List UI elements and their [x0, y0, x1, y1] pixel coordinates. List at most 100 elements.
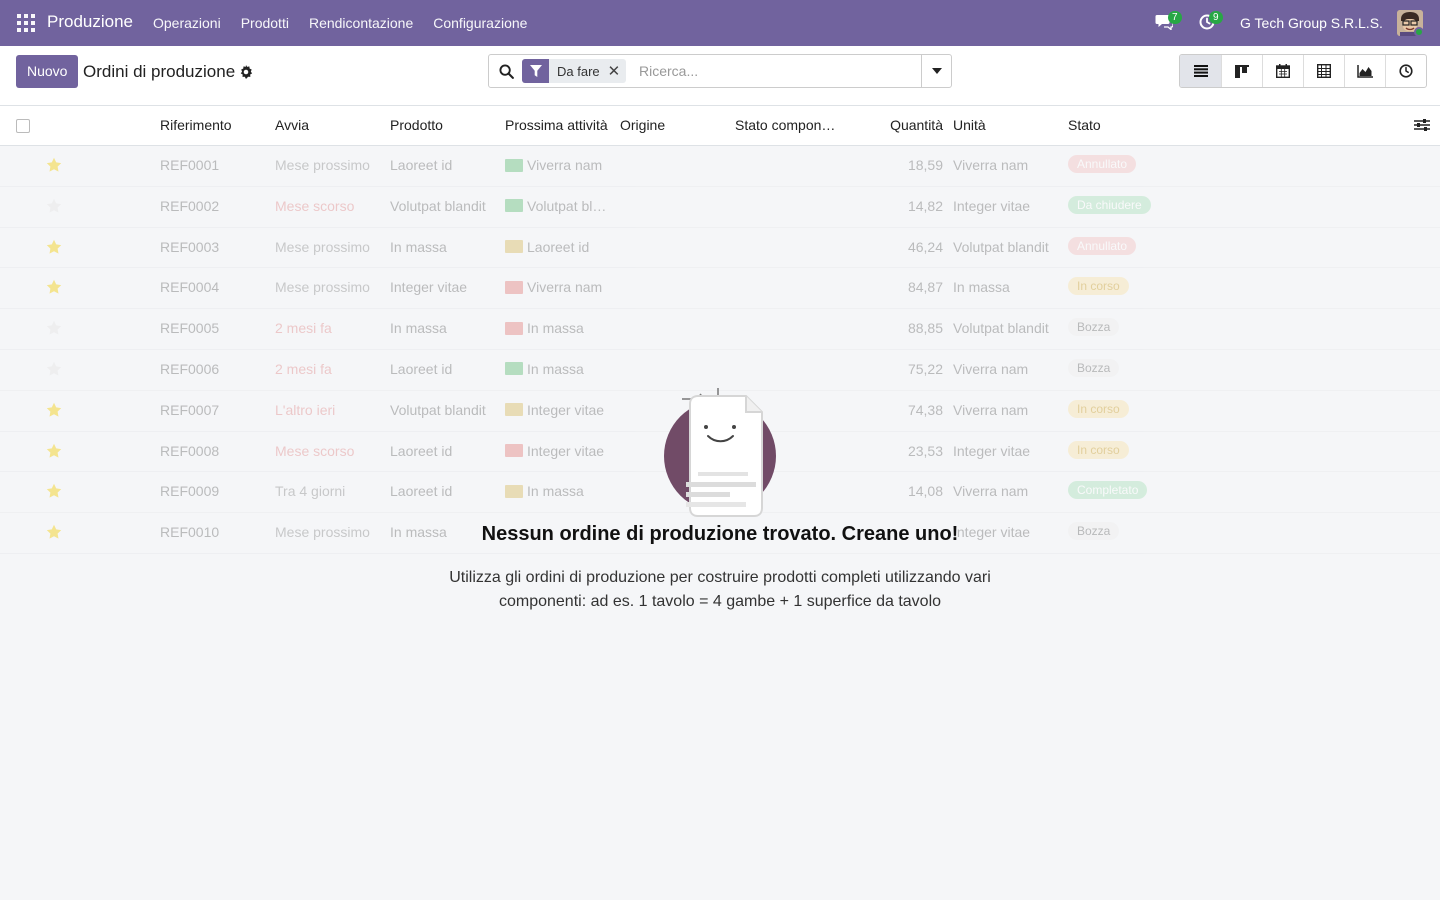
- unit-cell: Viverra nam: [953, 157, 1029, 173]
- filter-icon: [522, 59, 549, 83]
- quantity-cell: 75,22: [907, 360, 943, 377]
- page-title[interactable]: Ordini di produzione: [83, 62, 235, 82]
- column-header-product[interactable]: Prodotto: [390, 117, 443, 133]
- start-cell: Mese prossimo: [275, 157, 370, 173]
- star-icon[interactable]: [46, 198, 62, 214]
- table-row: REF0002 Mese scorso Volutpat blandit Vol…: [0, 187, 1440, 228]
- star-icon[interactable]: [46, 157, 62, 173]
- quantity-cell: 23,53: [907, 442, 943, 459]
- reference-cell[interactable]: REF0006: [160, 361, 219, 377]
- select-all-checkbox[interactable]: [16, 119, 30, 133]
- column-header-quantity[interactable]: Quantità: [860, 117, 943, 133]
- reference-cell[interactable]: REF0003: [160, 239, 219, 255]
- unit-cell: Integer vitae: [953, 442, 1031, 459]
- calendar-view-button[interactable]: [1262, 55, 1303, 87]
- activity-icon: [505, 444, 523, 458]
- star-icon[interactable]: [46, 443, 62, 459]
- gear-icon[interactable]: [239, 65, 253, 79]
- filter-facet-label: Da fare: [557, 63, 600, 79]
- activity-cell[interactable]: Volutpat bl…: [505, 198, 610, 214]
- activity-cell[interactable]: In massa: [505, 361, 610, 377]
- column-header-origin[interactable]: Origine: [620, 117, 665, 133]
- activity-icon: [505, 199, 523, 213]
- filter-facet[interactable]: Da fare ✕: [522, 59, 626, 83]
- search-icon[interactable]: [499, 64, 514, 79]
- reference-cell[interactable]: REF0004: [160, 279, 219, 295]
- pivot-view-button[interactable]: [1303, 55, 1344, 87]
- activity-label: Integer vitae: [527, 401, 605, 418]
- activity-icon: [505, 321, 523, 335]
- activity-view-button[interactable]: [1385, 55, 1426, 87]
- quantity-cell: 14,82: [907, 197, 943, 214]
- table-row: REF0001 Mese prossimo Laoreet id Viverra…: [0, 146, 1440, 187]
- graph-view-button[interactable]: [1344, 55, 1385, 87]
- list-header: Riferimento Avvia Prodotto Prossima atti…: [0, 106, 1440, 146]
- kanban-view-button[interactable]: [1221, 55, 1262, 87]
- column-header-start[interactable]: Avvia: [275, 117, 309, 133]
- product-cell: Volutpat blandit: [390, 197, 486, 214]
- reference-cell[interactable]: REF0008: [160, 443, 219, 459]
- start-cell: Mese scorso: [275, 197, 355, 214]
- close-icon[interactable]: ✕: [608, 62, 626, 80]
- star-icon[interactable]: [46, 320, 62, 336]
- reference-cell[interactable]: REF0009: [160, 483, 219, 499]
- table-row: REF0003 Mese prossimo In massa Laoreet i…: [0, 228, 1440, 269]
- empty-state-title: Nessun ordine di produzione trovato. Cre…: [481, 523, 959, 545]
- activity-cell[interactable]: In massa: [505, 320, 610, 336]
- quantity-cell: 46,24: [907, 238, 943, 255]
- start-cell: Mese scorso: [275, 442, 355, 459]
- column-header-reference[interactable]: Riferimento: [160, 117, 232, 133]
- activity-cell[interactable]: Viverra nam: [505, 157, 610, 173]
- search-bar: Da fare ✕: [488, 54, 952, 88]
- reference-cell[interactable]: REF0007: [160, 402, 219, 418]
- reference-cell[interactable]: REF0001: [160, 157, 219, 173]
- menu-item-prodotti[interactable]: Prodotti: [241, 15, 289, 31]
- column-header-state[interactable]: Stato: [1068, 117, 1101, 133]
- product-cell: Laoreet id: [390, 442, 453, 459]
- apps-menu-icon[interactable]: [17, 14, 35, 32]
- column-header-next-activity[interactable]: Prossima attività: [505, 117, 608, 133]
- column-header-component-status[interactable]: Stato compon…: [735, 117, 835, 133]
- messages-badge: 7: [1168, 11, 1182, 24]
- status-badge: Bozza: [1068, 318, 1120, 337]
- optional-columns-icon[interactable]: [1414, 118, 1430, 132]
- activity-label: In massa: [527, 483, 584, 500]
- product-cell: Integer vitae: [390, 279, 468, 296]
- activity-cell[interactable]: Integer vitae: [505, 402, 610, 418]
- search-options-toggle[interactable]: [921, 55, 951, 87]
- column-header-unit[interactable]: Unità: [953, 117, 986, 133]
- activity-cell[interactable]: Integer vitae: [505, 443, 610, 459]
- activity-cell[interactable]: Laoreet id: [505, 239, 610, 255]
- start-cell: Tra 4 giorni: [275, 483, 346, 500]
- kanban-icon: [1235, 64, 1249, 78]
- clock-icon: [1399, 64, 1413, 78]
- menu-item-rendicontazione[interactable]: Rendicontazione: [309, 15, 413, 31]
- star-icon[interactable]: [46, 361, 62, 377]
- menu-item-configurazione[interactable]: Configurazione: [433, 15, 527, 31]
- menu-item-operazioni[interactable]: Operazioni: [153, 15, 221, 31]
- search-input[interactable]: [639, 63, 909, 79]
- activity-cell[interactable]: In massa: [505, 483, 610, 499]
- status-badge: Annullato: [1068, 155, 1137, 173]
- company-switcher[interactable]: G Tech Group S.R.L.S.: [1240, 15, 1383, 31]
- star-icon[interactable]: [46, 402, 62, 418]
- reference-cell[interactable]: REF0005: [160, 320, 219, 336]
- reference-cell[interactable]: REF0002: [160, 198, 219, 214]
- status-badge: Annullato: [1068, 236, 1137, 255]
- app-name[interactable]: Produzione: [47, 12, 133, 32]
- quantity-cell: 74,38: [907, 401, 943, 418]
- activity-cell[interactable]: Viverra nam: [505, 279, 610, 295]
- star-icon[interactable]: [46, 239, 62, 255]
- status-badge: In corso: [1068, 399, 1129, 418]
- new-button[interactable]: Nuovo: [16, 55, 79, 88]
- product-cell: Laoreet id: [390, 157, 453, 173]
- area-chart-icon: [1357, 64, 1373, 78]
- unit-cell: Viverra nam: [953, 360, 1029, 377]
- activity-icon: [505, 158, 523, 172]
- list-view-button[interactable]: [1180, 55, 1221, 87]
- star-icon[interactable]: [46, 279, 62, 295]
- unit-cell: Volutpat blandit: [953, 238, 1049, 255]
- star-icon[interactable]: [46, 483, 62, 499]
- activity-label: Volutpat bl…: [527, 197, 607, 214]
- status-badge: Bozza: [1068, 358, 1120, 377]
